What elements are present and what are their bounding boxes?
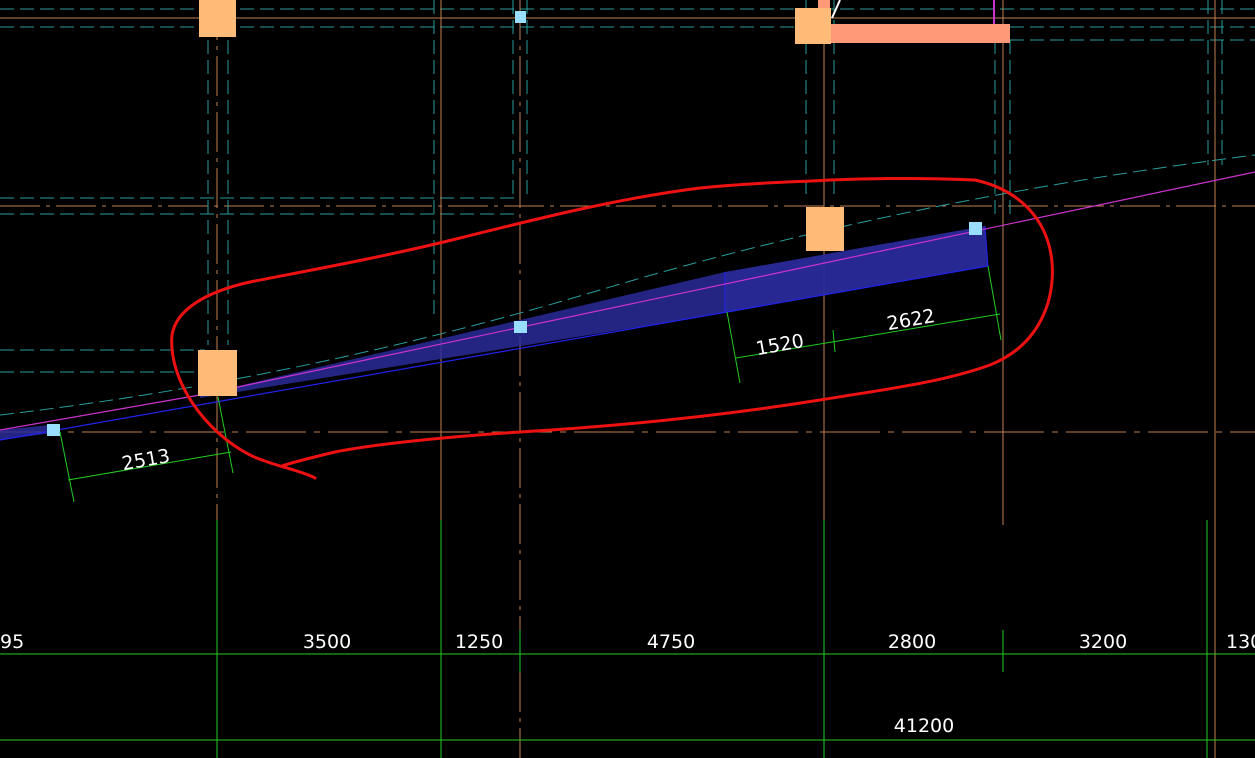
dimension-chain-1: 3500 [303, 631, 351, 653]
beam-stub [818, 0, 830, 8]
dimension-chain-5: 3200 [1079, 631, 1127, 653]
column-3[interactable] [806, 207, 844, 251]
dimension-chain-4: 2800 [888, 631, 936, 653]
column-4[interactable] [198, 350, 237, 396]
dimension-chain-0: 95 [0, 631, 24, 653]
drawing-background [0, 0, 1255, 758]
column-1[interactable] [199, 0, 236, 37]
dimension-chain-6: 130 [1226, 631, 1255, 653]
beam-segment[interactable] [831, 24, 1010, 43]
dimension-chain-3: 4750 [647, 631, 695, 653]
cad-drawing-canvas[interactable]: 2513 1520 2622 95 3500 1250 4750 2800 32… [0, 0, 1255, 758]
column-2[interactable] [795, 8, 831, 44]
dimension-total: 41200 [894, 715, 954, 737]
dimension-chain-2: 1250 [455, 631, 503, 653]
